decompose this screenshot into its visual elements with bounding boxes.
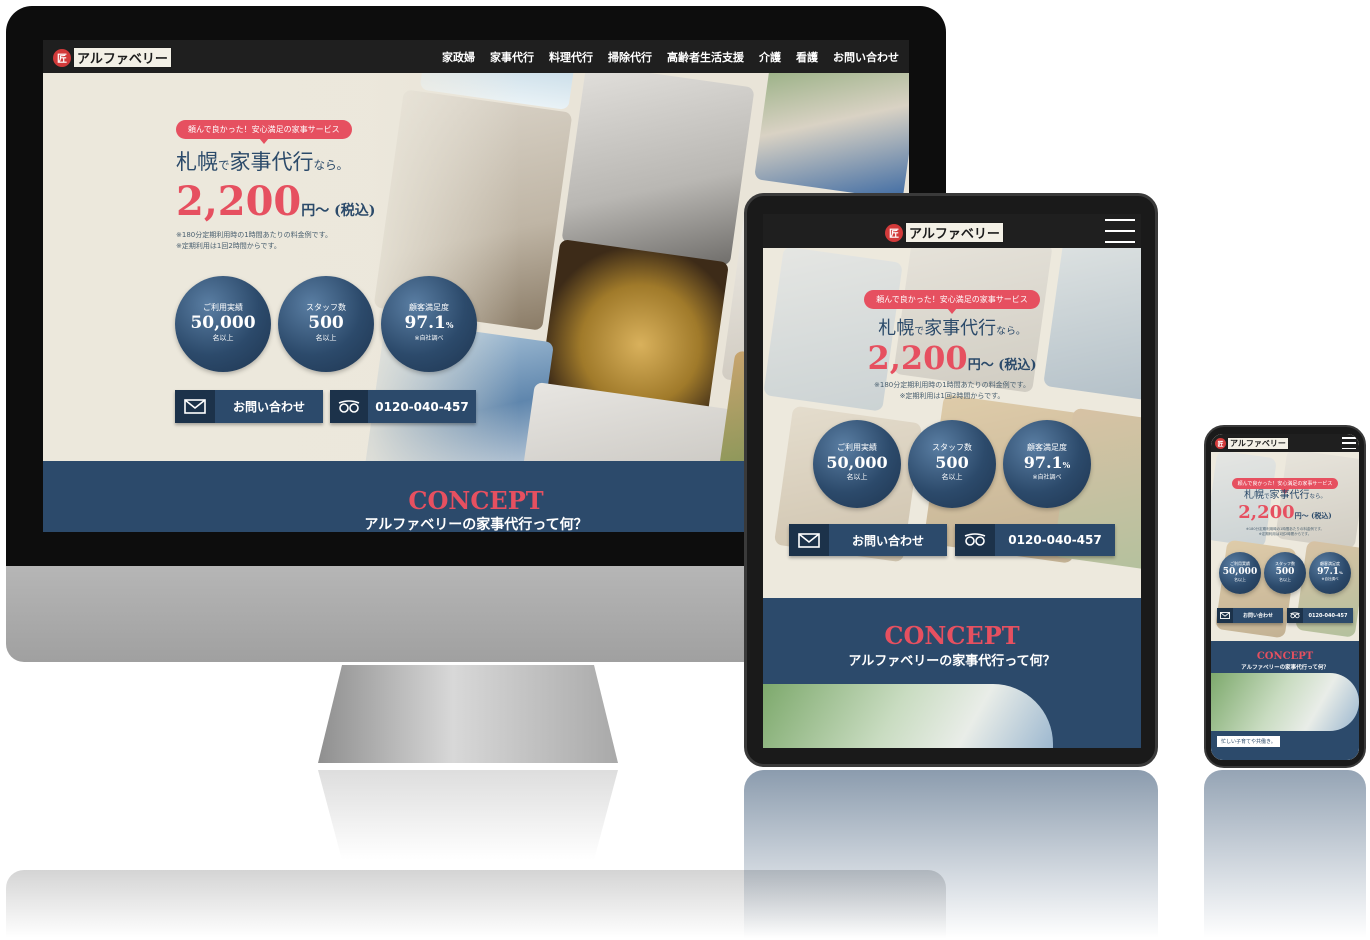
phone-concept-caption: 忙しい子育てや共働き。 [1217,736,1280,747]
tablet-stat-satisfaction: 顧客満足度 97.1% ※自社調べ [1003,420,1091,508]
logo-mark-icon: 匠 [885,223,903,242]
site-logo[interactable]: 匠 アルファベリー [53,47,172,68]
phone-header: 匠 アルファベリー [1211,434,1359,452]
tablet-phone-button[interactable]: 0120-040-457 [955,524,1115,556]
nav-item-housekeeper[interactable]: 家政婦 [442,49,475,65]
global-nav: 家政婦 家事代行 料理代行 掃除代行 高齢者生活支援 介護 看護 お問い合わせ [442,40,899,73]
device-mockup-scene: 匠 アルファベリー 家政婦 家事代行 料理代行 掃除代行 高齢者生活支援 介護 … [0,0,1370,940]
logo-text: アルファベリー [73,47,172,68]
hero-headline: 札幌で家事代行なら。 [176,150,349,174]
freedial-icon [955,524,995,556]
phone-concept-subtitle: アルファベリーの家事代行って何？ [1241,665,1329,671]
nav-item-cleaning[interactable]: 掃除代行 [608,49,652,65]
tablet-stat-usage: ご利用実績 50,000 名以上 [813,420,901,508]
desktop-header: 匠 アルファベリー 家政婦 家事代行 料理代行 掃除代行 高齢者生活支援 介護 … [43,40,909,73]
hero-notes: ※180分定期利用時の1時間あたりの料金例です。 ※定期利用は1回2時間からです… [176,231,332,250]
tablet-hero-badge: 頼んで良かった！安心満足の家事サービス [864,290,1040,314]
freedial-icon [1287,608,1303,623]
tablet-concept-photo [763,684,1053,748]
hamburger-menu-icon[interactable] [1105,219,1135,243]
phone-hero-notes: ※180分定期利用時の1時間あたりの料金例です。 ※定期利用は1回2時間からです… [1246,527,1324,537]
phone-concept-title: CONCEPT [1256,651,1314,662]
hero-price: 2,200円～ (税込) [176,178,376,225]
logo-mark-icon: 匠 [53,48,71,67]
tablet-logo[interactable]: 匠 アルファベリー [885,222,1004,243]
phone-hero-price: 2,200円～ (税込) [1238,502,1332,523]
monitor-stand-reflection [318,770,618,860]
nav-item-contact[interactable]: お問い合わせ [833,49,899,65]
phone-site: 匠 アルファベリー 頼んで良かった！安心満足の家事サービス 札幌で家事代行なら。… [1211,434,1359,760]
phone-concept-photo [1211,673,1359,731]
nav-item-care[interactable]: 介護 [759,49,781,65]
stat-satisfaction: 顧客満足度 97.1% ※自社調べ [381,276,477,372]
tablet-concept-section: CONCEPT アルファベリーの家事代行って何？ [763,598,1141,748]
tablet-site: 匠 アルファベリー 頼んで良かった！安心満足の家事サービス 札幌で家事代行なら。… [763,214,1141,748]
tablet-hero-headline: 札幌で家事代行なら。 [878,318,1026,339]
logo-mark-icon: 匠 [1215,438,1226,449]
phone-hero-headline: 札幌で家事代行なら。 [1243,490,1327,501]
tablet-reflection [744,770,1158,938]
tablet-stat-staff: スタッフ数 500 名以上 [908,420,996,508]
tablet-concept-subtitle: アルファベリーの家事代行って何？ [848,654,1056,669]
phone-logo[interactable]: 匠 アルファベリー [1215,437,1289,450]
nav-item-cooking[interactable]: 料理代行 [549,49,593,65]
phone-concept-section: CONCEPT アルファベリーの家事代行って何？ 忙しい子育てや共働き。 [1211,641,1359,760]
phone-stat-usage: ご利用実績 50,000 名以上 [1219,552,1261,594]
tablet-concept-title: CONCEPT [884,621,1020,650]
phone-phone-button[interactable]: 0120-040-457 [1287,608,1353,623]
tablet-device: 匠 アルファベリー 頼んで良かった！安心満足の家事サービス 札幌で家事代行なら。… [744,193,1158,767]
nav-item-housework[interactable]: 家事代行 [490,49,534,65]
phone-device: 匠 アルファベリー 頼んで良かった！安心満足の家事サービス 札幌で家事代行なら。… [1204,425,1366,768]
hamburger-menu-icon[interactable] [1342,437,1356,449]
phone-button[interactable]: 0120-040-457 [330,390,476,423]
tablet-header: 匠 アルファベリー [763,214,1141,248]
nav-item-nursing[interactable]: 看護 [796,49,818,65]
mail-icon [175,390,215,423]
contact-button[interactable]: お問い合わせ [175,390,323,423]
nav-item-elderly-support[interactable]: 高齢者生活支援 [667,49,744,65]
hero-badge: 頼んで良かった！安心満足の家事サービス [176,120,352,144]
phone-stat-satisfaction: 顧客満足度 97.1% ※自社調べ [1309,552,1351,594]
freedial-icon [330,390,368,423]
phone-contact-button[interactable]: お問い合わせ [1217,608,1283,623]
mail-icon [1217,608,1233,623]
stat-staff: スタッフ数 500 名以上 [278,276,374,372]
tablet-contact-button[interactable]: お問い合わせ [789,524,947,556]
phone-stat-staff: スタッフ数 500 名以上 [1264,552,1306,594]
mail-icon [789,524,829,556]
tablet-hero-notes: ※180分定期利用時の1時間あたりの料金例です。 ※定期利用は1回2時間からです… [874,381,1030,400]
tablet-hero-price: 2,200円～ (税込) [867,339,1037,377]
phone-reflection [1204,770,1366,938]
stat-usage: ご利用実績 50,000 名以上 [175,276,271,372]
monitor-stand [318,665,618,763]
